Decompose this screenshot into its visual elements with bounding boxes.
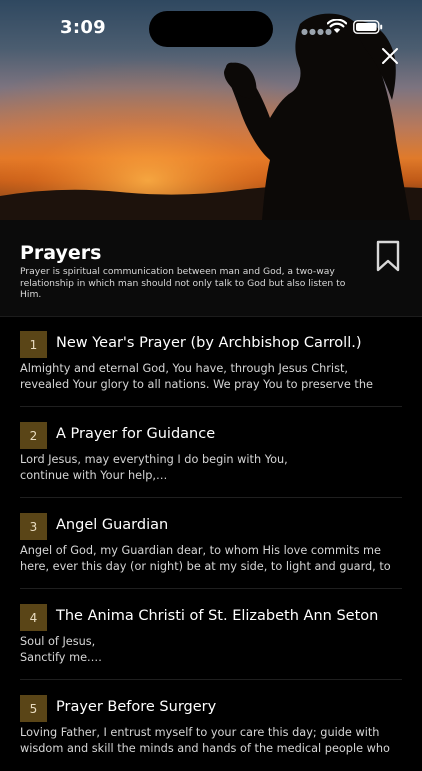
close-icon[interactable] — [378, 44, 402, 68]
prayer-number-badge: 4 — [20, 604, 47, 631]
list-item[interactable]: 1 New Year's Prayer (by Archbishop Carro… — [0, 316, 422, 407]
prayer-title: Prayer Before Surgery — [56, 699, 217, 715]
page-title: Prayers — [20, 242, 102, 264]
list-item[interactable]: 3 Angel Guardian Angel of God, my Guardi… — [0, 498, 422, 589]
prayer-preview: Almighty and eternal God, You have, thro… — [20, 362, 373, 391]
prayer-title: Angel Guardian — [56, 517, 169, 533]
prayer-title: The Anima Christi of St. Elizabeth Ann S… — [56, 608, 379, 624]
status-time: 3:09 — [60, 17, 106, 38]
list-item[interactable]: 4 The Anima Christi of St. Elizabeth Ann… — [0, 589, 422, 680]
prayer-preview: Lord Jesus, may everything I do begin wi… — [20, 453, 288, 482]
prayer-number-badge: 5 — [20, 695, 47, 722]
battery-icon — [353, 20, 383, 34]
prayer-title: A Prayer for Guidance — [56, 426, 216, 442]
prayer-preview: Soul of Jesus, Sanctify me.… — [20, 635, 102, 664]
prayer-title: New Year's Prayer (by Archbishop Carroll… — [56, 335, 362, 351]
prayer-number-badge: 1 — [20, 331, 47, 358]
list-item[interactable]: 5 Prayer Before Surgery Loving Father, I… — [0, 680, 422, 771]
prayer-number-badge: 2 — [20, 422, 47, 449]
page-header: Prayers Prayer is spiritual communicatio… — [0, 220, 422, 317]
prayer-number-badge: 3 — [20, 513, 47, 540]
bookmark-icon[interactable] — [376, 240, 400, 272]
list-item[interactable]: 2 A Prayer for Guidance Lord Jesus, may … — [0, 407, 422, 498]
prayer-preview: Angel of God, my Guardian dear, to whom … — [20, 544, 391, 573]
status-bar: 3:09 ●●●● — [0, 0, 422, 56]
header-image: 3:09 ●●●● — [0, 0, 422, 220]
wifi-icon — [327, 19, 347, 33]
dynamic-island — [149, 11, 273, 47]
prayer-preview: Loving Father, I entrust myself to your … — [20, 726, 390, 755]
page-description: Prayer is spiritual communication betwee… — [20, 266, 346, 300]
